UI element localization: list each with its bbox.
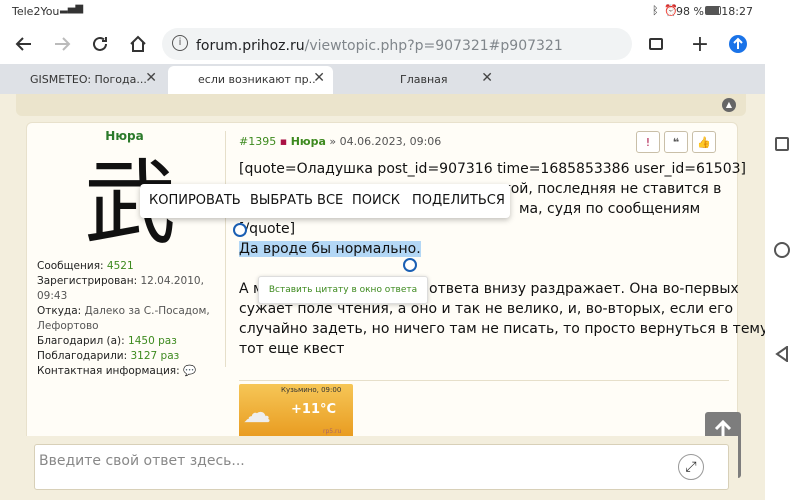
tab-label: если возникают пр... bbox=[198, 73, 316, 86]
author-stats: Сообщения: 4521 Зарегистрирован: 12.04.2… bbox=[37, 259, 227, 379]
post-line: тот еще квест bbox=[239, 341, 345, 357]
tab-strip: GISMETEO: Погода... ✕ если возникают пр.… bbox=[0, 64, 765, 94]
post-icon: ▪ bbox=[279, 135, 288, 148]
stat-contact: Контактная информация: 💬 bbox=[37, 365, 197, 377]
stat-location: Откуда: Далеко за С.-Посадом, Лефортово bbox=[37, 305, 210, 332]
close-icon[interactable]: ✕ bbox=[145, 70, 157, 86]
weather-place: Кузьмино, 09:00 bbox=[281, 386, 342, 394]
update-button[interactable] bbox=[724, 30, 752, 58]
reply-panel: Введите свой ответ здесь... ⤢ bbox=[26, 436, 738, 500]
post-line: случайно задеть, но ничего там не писать… bbox=[239, 321, 769, 337]
expand-icon[interactable]: ⤢ bbox=[678, 454, 704, 480]
stat-registered: Зарегистрирован: 12.04.2010, 09:43 bbox=[37, 275, 204, 302]
signature-divider bbox=[239, 380, 729, 381]
search-menu-item[interactable]: ПОИСК bbox=[352, 193, 400, 208]
posts-count-link[interactable]: 4521 bbox=[107, 260, 134, 272]
reply-placeholder: Введите свой ответ здесь... bbox=[39, 453, 245, 469]
battery-text: 98 % bbox=[676, 5, 704, 18]
back-button[interactable] bbox=[10, 30, 38, 58]
column-divider bbox=[225, 131, 226, 367]
arrow-up-circle-icon bbox=[729, 35, 747, 53]
weather-temp: +11°C bbox=[291, 402, 337, 417]
home-icon bbox=[130, 35, 146, 52]
signal-icon: ▂▄▆ bbox=[60, 3, 84, 14]
address-bar: i forum.prihoz.ru/viewtopic.php?p=907321… bbox=[0, 24, 765, 64]
selection-end-handle[interactable] bbox=[403, 258, 417, 272]
status-bar: Tele2You ▂▄▆ ᛒ ⏰ 98 % 18:27 bbox=[0, 0, 765, 24]
arrow-left-icon bbox=[15, 37, 31, 51]
close-icon[interactable]: ✕ bbox=[313, 70, 325, 86]
chat-icon[interactable]: 💬 bbox=[183, 365, 196, 377]
info-icon[interactable]: i bbox=[172, 35, 188, 51]
quote-insert-tooltip[interactable]: Вставить цитату в окно ответа bbox=[258, 276, 428, 304]
system-nav-bar bbox=[765, 0, 800, 500]
bluetooth-icon: ᛒ bbox=[652, 4, 659, 17]
weather-source: rp5.ru bbox=[323, 428, 342, 435]
post-author-link[interactable]: Нюра bbox=[291, 135, 326, 148]
cloud-icon: ☁ bbox=[243, 396, 271, 429]
post-date: 04.06.2023, 09:06 bbox=[339, 135, 442, 148]
url-host: forum.prihoz.ru bbox=[196, 38, 305, 54]
back-triangle-icon[interactable] bbox=[775, 346, 789, 362]
new-tab-button[interactable]: + bbox=[686, 30, 714, 58]
reply-input[interactable]: Введите свой ответ здесь... bbox=[34, 444, 729, 490]
copy-menu-item[interactable]: КОПИРОВАТЬ bbox=[149, 193, 241, 208]
forward-button[interactable] bbox=[48, 30, 76, 58]
url-path: /viewtopic.php?p=907321#p907321 bbox=[304, 38, 563, 54]
stat-thanks-received: Поблагодарили: 3127 раз bbox=[37, 350, 180, 362]
stat-thanked: Благодарил (а): 1450 раз bbox=[37, 335, 177, 347]
stat-posts: Сообщения: 4521 bbox=[37, 260, 134, 272]
tab-label: Главная bbox=[400, 73, 448, 86]
tabs-icon bbox=[649, 38, 663, 50]
tab-main[interactable]: Главная ✕ bbox=[336, 66, 501, 94]
reload-icon bbox=[93, 36, 107, 51]
clock: 18:27 bbox=[721, 5, 753, 18]
arrow-right-icon bbox=[55, 37, 71, 51]
share-menu-item[interactable]: ПОДЕЛИТЬСЯ bbox=[412, 193, 505, 208]
separator: » bbox=[329, 135, 337, 148]
battery-icon bbox=[705, 6, 721, 15]
text-selection-menu: КОПИРОВАТЬ ВЫБРАТЬ ВСЕ ПОИСК ПОДЕЛИТЬСЯ bbox=[140, 184, 510, 218]
quote-button[interactable]: ❝ bbox=[664, 131, 688, 153]
select-all-menu-item[interactable]: ВЫБРАТЬ ВСЕ bbox=[250, 193, 343, 208]
scroll-top-icon[interactable]: ▲ bbox=[722, 98, 736, 112]
selection-start-handle[interactable] bbox=[233, 223, 247, 237]
home-circle-icon[interactable] bbox=[774, 242, 790, 258]
tab-label: GISMETEO: Погода... bbox=[30, 73, 147, 86]
post-number-link[interactable]: #1395 bbox=[239, 135, 276, 148]
exclamation-icon: ! bbox=[645, 135, 651, 149]
recents-icon[interactable] bbox=[775, 137, 789, 151]
author-name[interactable]: Нюра bbox=[27, 129, 222, 143]
plus-icon: + bbox=[690, 31, 710, 57]
tab-gismeteo[interactable]: GISMETEO: Погода... ✕ bbox=[0, 66, 165, 94]
report-button[interactable]: ! bbox=[636, 131, 660, 153]
selected-text[interactable]: Да вроде бы нормально. bbox=[239, 241, 421, 257]
reader-mode-button[interactable] bbox=[642, 30, 670, 58]
close-icon[interactable]: ✕ bbox=[481, 70, 493, 86]
post-line: [/quote] bbox=[239, 221, 296, 237]
thanks-button[interactable]: 👍 bbox=[692, 131, 716, 153]
post-header: #1395 ▪ Нюра » 04.06.2023, 09:06 bbox=[239, 135, 441, 148]
reload-button[interactable] bbox=[86, 30, 114, 58]
prev-post-footer bbox=[16, 94, 746, 116]
thumbs-up-icon: 👍 bbox=[697, 135, 711, 149]
post-line: [quote=Оладушка post_id=907316 time=1685… bbox=[239, 161, 746, 177]
tab-active[interactable]: если возникают пр... ✕ bbox=[168, 66, 333, 94]
home-button[interactable] bbox=[124, 30, 152, 58]
carrier-label: Tele2You bbox=[12, 5, 60, 18]
quote-icon: ❝ bbox=[672, 135, 680, 149]
url-field[interactable]: i forum.prihoz.ru/viewtopic.php?p=907321… bbox=[162, 28, 632, 60]
weather-informer[interactable]: ☁ Кузьмино, 09:00 +11°C rp5.ru bbox=[239, 384, 353, 439]
